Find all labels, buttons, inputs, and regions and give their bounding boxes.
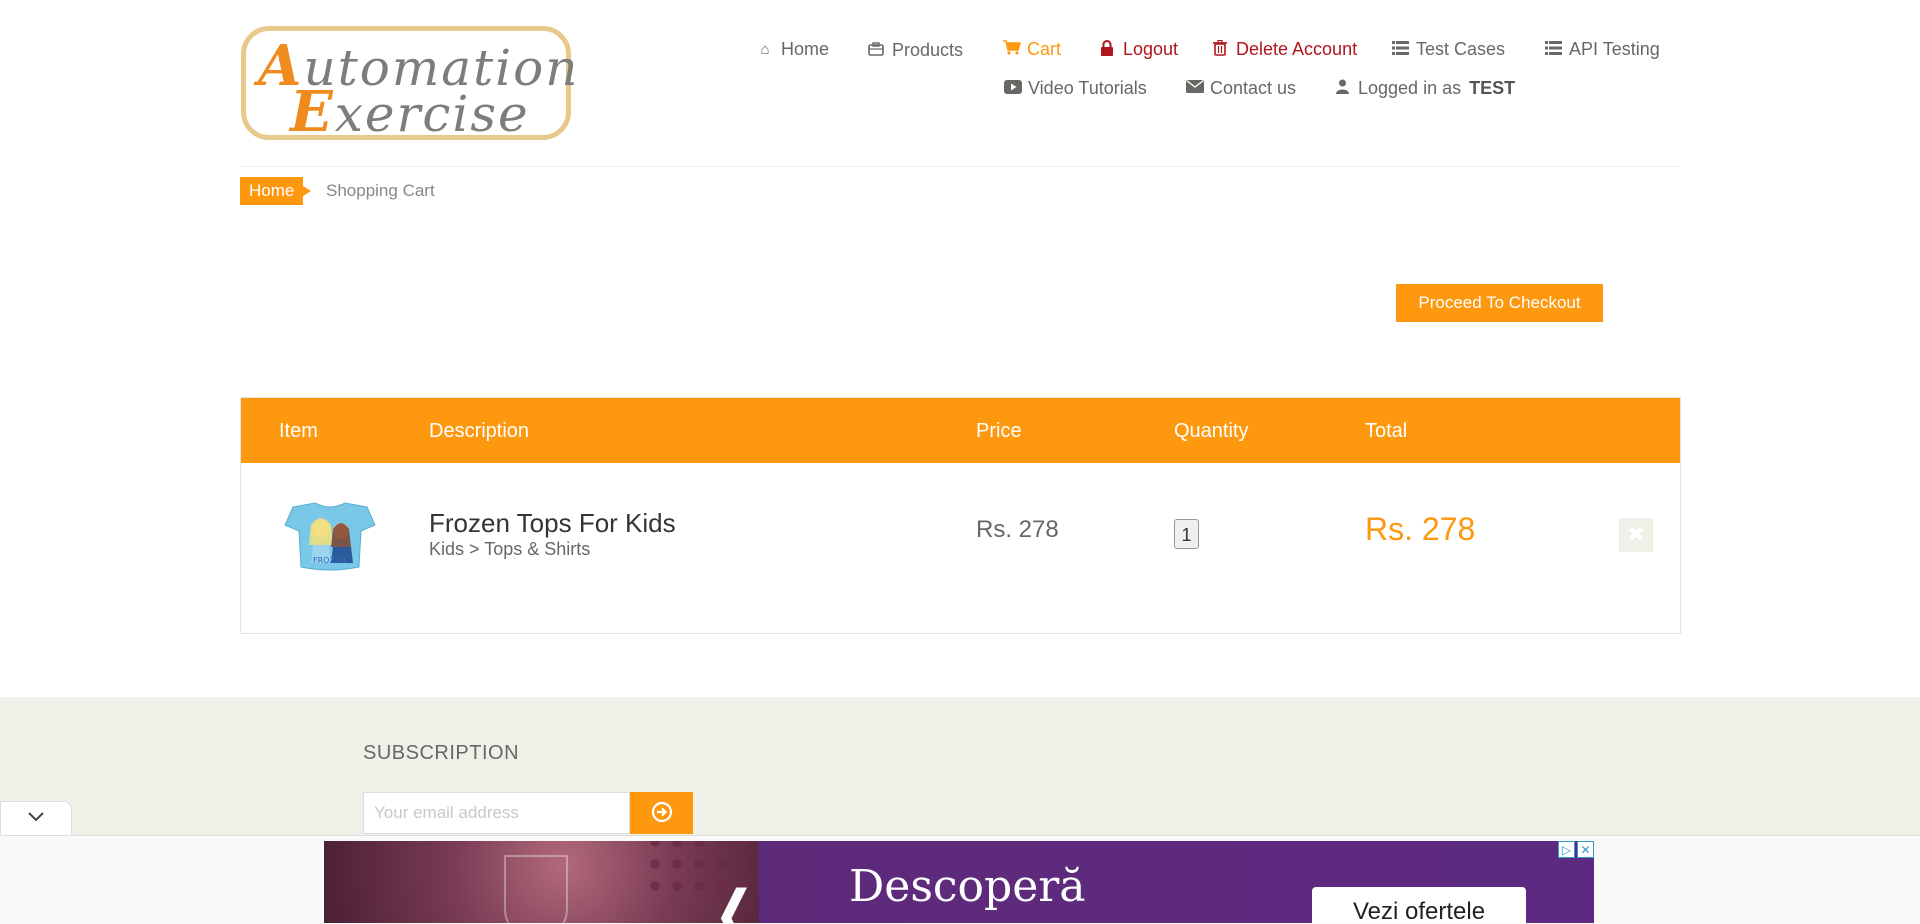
nav-logout[interactable]: Logout — [1099, 39, 1178, 60]
youtube-icon — [1004, 79, 1022, 98]
header-quantity: Quantity — [1174, 420, 1249, 442]
site-logo[interactable]: Automation Exercise — [241, 26, 577, 145]
arrow-circle-right-icon — [651, 801, 673, 826]
nav-cart[interactable]: Cart — [1003, 39, 1061, 60]
product-price: Rs. 278 — [976, 516, 1059, 543]
ad-photo — [324, 841, 759, 923]
nav-test-cases[interactable]: Test Cases — [1392, 39, 1505, 60]
trash-icon — [1212, 39, 1228, 60]
product-category: Kids > Tops & Shirts — [429, 539, 591, 559]
username: TEST — [1469, 78, 1516, 98]
briefcase-icon — [868, 41, 884, 60]
header-price: Price — [976, 420, 1022, 442]
cart-table: Item Description Price Quantity Total FR… — [240, 397, 1681, 634]
delete-item-button[interactable]: ✖ — [1619, 518, 1653, 552]
nav-api-testing[interactable]: API Testing — [1545, 39, 1660, 60]
header-total: Total — [1365, 420, 1408, 442]
chevron-down-icon — [27, 810, 45, 828]
ad-cta-button[interactable]: Vezi ofertele — [1312, 887, 1526, 923]
nav-video-tutorials[interactable]: Video Tutorials — [1004, 78, 1147, 99]
subscription-title: SUBSCRIPTION — [363, 742, 520, 764]
ad-headline: Descoperă — [849, 861, 1086, 912]
ad-logo: ❬ — [709, 880, 760, 923]
nav-products[interactable]: Products — [868, 40, 963, 61]
close-icon: ✖ — [1627, 524, 1645, 546]
list-icon — [1392, 40, 1409, 59]
header-item: Item — [279, 420, 318, 442]
nav-contact-us[interactable]: Contact us — [1186, 78, 1296, 99]
product-total: Rs. 278 — [1365, 511, 1476, 547]
nav-logged-in-as: Logged in as TEST — [1334, 78, 1515, 99]
product-quantity: 1 — [1174, 519, 1199, 549]
user-icon — [1334, 79, 1350, 98]
list-icon — [1545, 40, 1562, 59]
product-image[interactable]: FROZEN — [283, 501, 377, 573]
home-icon: ⌂ — [760, 41, 770, 58]
svg-text:FROZEN: FROZEN — [313, 556, 346, 565]
nav-delete-account[interactable]: Delete Account — [1212, 39, 1357, 60]
logo-line-2: Exercise — [290, 79, 530, 145]
advertisement-banner[interactable]: ❬ Descoperă Vezi ofertele ▷ ✕ — [324, 841, 1594, 923]
cart-table-header: Item Description Price Quantity Total — [241, 398, 1680, 463]
ad-collapse-toggle[interactable] — [0, 801, 72, 835]
header-divider — [240, 166, 1680, 167]
cart-icon — [1003, 40, 1021, 59]
ad-controls: ▷ ✕ — [1558, 841, 1594, 858]
product-name[interactable]: Frozen Tops For Kids — [429, 508, 676, 539]
envelope-icon — [1186, 79, 1204, 97]
nav-home[interactable]: ⌂ Home — [757, 39, 829, 60]
adchoices-icon[interactable]: ▷ — [1558, 841, 1575, 858]
breadcrumb-current: Shopping Cart — [326, 181, 435, 200]
breadcrumb-home[interactable]: Home — [240, 177, 312, 205]
proceed-to-checkout-button[interactable]: Proceed To Checkout — [1396, 284, 1603, 322]
subscription-email-input[interactable] — [363, 792, 630, 834]
subscribe-button[interactable] — [630, 792, 693, 834]
header-description: Description — [429, 420, 530, 442]
lock-icon — [1099, 39, 1115, 60]
close-icon[interactable]: ✕ — [1577, 841, 1594, 858]
